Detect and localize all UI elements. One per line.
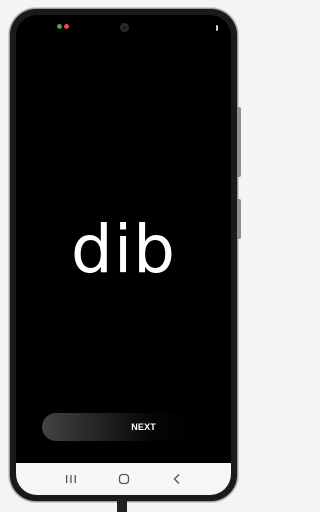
- phone-frame: dib NEXT: [10, 9, 241, 501]
- volume-button: [237, 107, 241, 177]
- notification-icons: [57, 24, 69, 29]
- screen: dib NEXT: [16, 15, 231, 495]
- power-button: [237, 199, 241, 239]
- front-camera: [119, 23, 129, 32]
- recent-apps-icon: [65, 475, 76, 483]
- battery-icon: [216, 25, 218, 31]
- home-button[interactable]: [112, 469, 136, 489]
- app-logo: dib: [70, 211, 177, 288]
- status-bar: [16, 15, 231, 37]
- usb-cable: [117, 499, 127, 512]
- back-button[interactable]: [165, 469, 189, 489]
- next-button[interactable]: NEXT: [42, 413, 198, 441]
- next-button-label: NEXT: [131, 422, 156, 432]
- back-icon: [173, 474, 179, 484]
- recent-apps-button[interactable]: [59, 469, 83, 489]
- navigation-bar: [16, 463, 231, 495]
- notification-icon-2: [64, 24, 69, 29]
- home-icon: [118, 473, 129, 485]
- notification-icon-1: [57, 24, 62, 29]
